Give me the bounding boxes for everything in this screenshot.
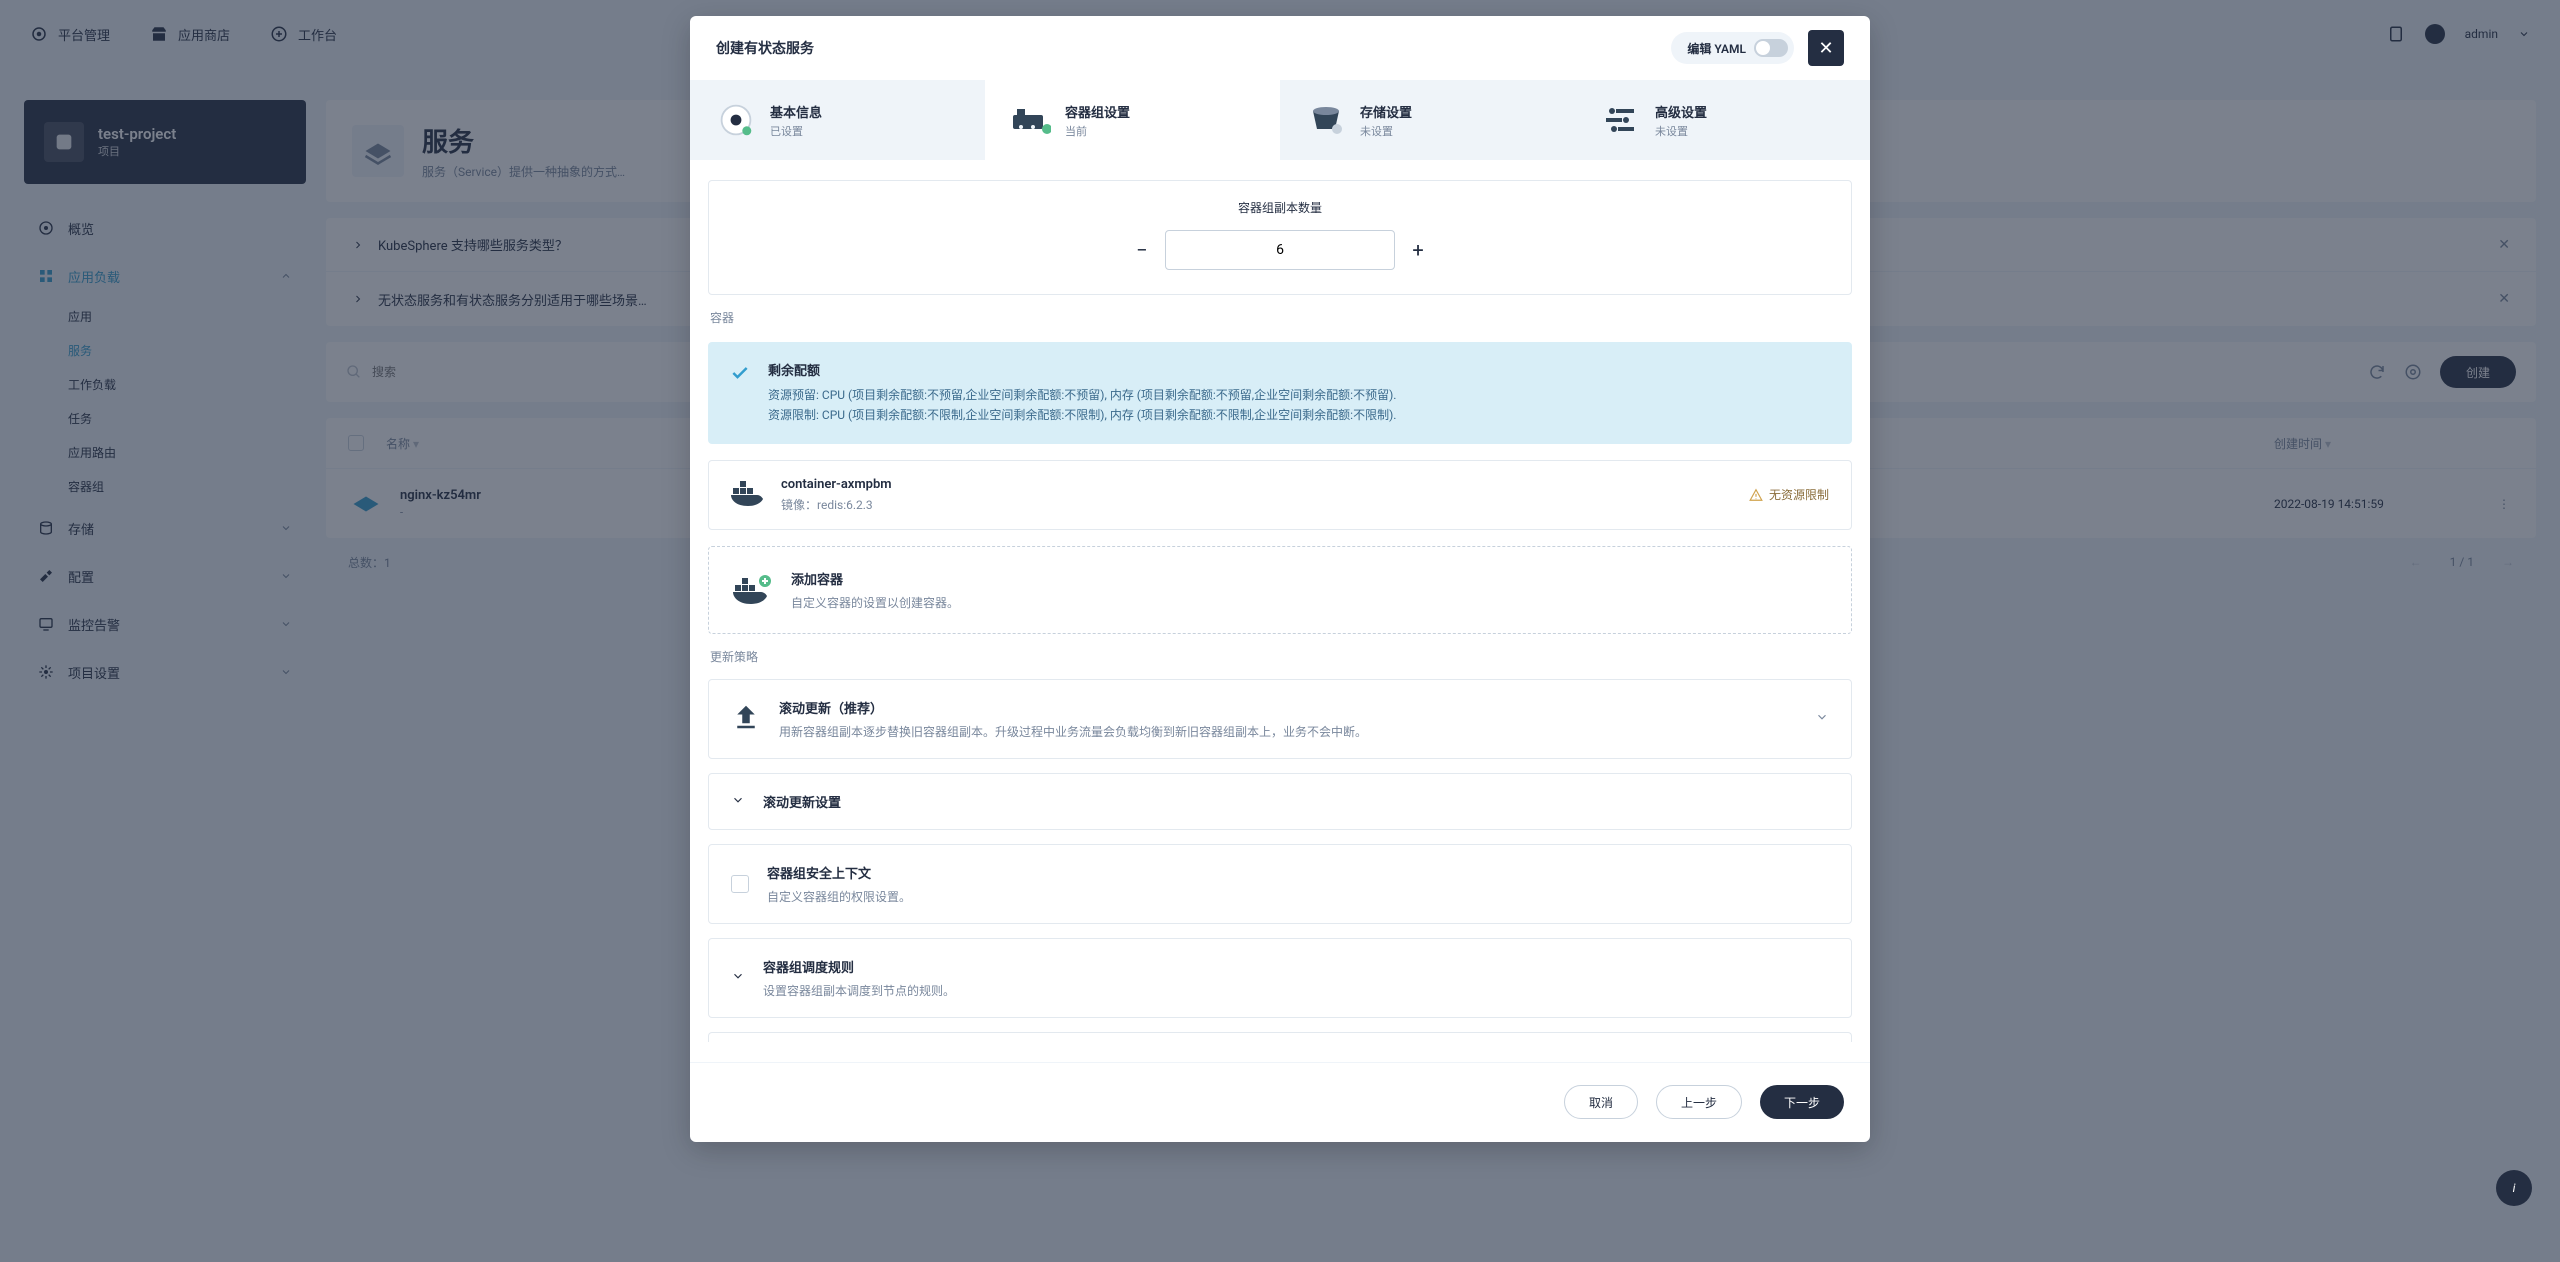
quota-line2: 资源限制: CPU (项目剩余配额:不限制,企业空间剩余配额:不限制), 内存 … (768, 405, 1396, 425)
next-section-placeholder (708, 1032, 1852, 1042)
warning-icon (1749, 488, 1763, 502)
replica-box: 容器组副本数量 − + (708, 180, 1852, 295)
step-storage[interactable]: 存储设置 未设置 (1280, 80, 1575, 160)
quota-line1: 资源预留: CPU (项目剩余配额:不预留,企业空间剩余配额:不预留), 内存 … (768, 385, 1396, 405)
modal-footer: 取消 上一步 下一步 (690, 1062, 1870, 1142)
section-containers: 容器 (710, 309, 1852, 326)
rolling-update-settings[interactable]: 滚动更新设置 (708, 773, 1852, 830)
replica-title: 容器组副本数量 (709, 199, 1851, 216)
chevron-down-icon (731, 793, 745, 810)
security-title: 容器组安全上下文 (767, 863, 1829, 882)
rolling-settings-label: 滚动更新设置 (763, 792, 841, 811)
pod-scheduling-rules[interactable]: 容器组调度规则 设置容器组副本调度到节点的规则。 (708, 938, 1852, 1018)
replica-minus-button[interactable]: − (1119, 230, 1165, 270)
security-desc: 自定义容器组的权限设置。 (767, 888, 1829, 905)
step-basic-status: 已设置 (770, 123, 822, 139)
replica-input[interactable] (1165, 230, 1395, 270)
scheduling-title: 容器组调度规则 (763, 957, 1829, 976)
help-fab[interactable]: i (2496, 1170, 2532, 1206)
chevron-down-icon (731, 969, 745, 986)
switch-icon (1754, 39, 1788, 57)
step-advanced-title: 高级设置 (1655, 102, 1707, 121)
no-resource-limit-warning: 无资源限制 (1749, 486, 1829, 503)
pod-security-context[interactable]: 容器组安全上下文 自定义容器组的权限设置。 (708, 844, 1852, 924)
step-storage-icon (1306, 100, 1346, 140)
rolling-desc: 用新容器组副本逐步替换旧容器组副本。升级过程中业务流量会负载均衡到新旧容器组副本… (779, 723, 1797, 740)
step-basic-icon (716, 100, 756, 140)
step-basic-title: 基本信息 (770, 102, 822, 121)
create-statefulservice-modal: 创建有状态服务 编辑 YAML ✕ 基本信息 已设置 容器组设置 当前 (690, 16, 1870, 1142)
section-update-strategy: 更新策略 (710, 648, 1852, 665)
add-container-desc: 自定义容器的设置以创建容器。 (791, 594, 959, 611)
prev-button[interactable]: 上一步 (1656, 1085, 1742, 1119)
next-button[interactable]: 下一步 (1760, 1085, 1844, 1119)
rolling-title: 滚动更新（推荐） (779, 698, 1797, 717)
step-advanced-status: 未设置 (1655, 123, 1707, 139)
container-item[interactable]: container-axmpbm 镜像：redis:6.2.3 无资源限制 (708, 460, 1852, 530)
upload-icon (731, 702, 761, 735)
add-container-button[interactable]: 添加容器 自定义容器的设置以创建容器。 (708, 546, 1852, 634)
modal-close-button[interactable]: ✕ (1808, 30, 1844, 66)
step-advanced[interactable]: 高级设置 未设置 (1575, 80, 1870, 160)
wizard-steps: 基本信息 已设置 容器组设置 当前 存储设置 未设置 (690, 80, 1870, 160)
add-container-title: 添加容器 (791, 569, 959, 588)
docker-add-icon (731, 569, 773, 611)
check-icon (730, 363, 750, 426)
modal-title: 创建有状态服务 (716, 38, 814, 58)
cancel-button[interactable]: 取消 (1564, 1085, 1638, 1119)
container-name: container-axmpbm (781, 477, 892, 492)
quota-info: 剩余配额 资源预留: CPU (项目剩余配额:不预留,企业空间剩余配额:不预留)… (708, 342, 1852, 444)
rolling-update-card[interactable]: 滚动更新（推荐） 用新容器组副本逐步替换旧容器组副本。升级过程中业务流量会负载均… (708, 679, 1852, 759)
replica-plus-button[interactable]: + (1395, 230, 1441, 270)
step-pod-title: 容器组设置 (1065, 102, 1130, 121)
edit-yaml-toggle[interactable]: 编辑 YAML (1671, 32, 1794, 64)
step-advanced-icon (1601, 100, 1641, 140)
step-pod-icon (1011, 100, 1051, 140)
scheduling-desc: 设置容器组副本调度到节点的规则。 (763, 982, 1829, 999)
security-context-checkbox[interactable] (731, 875, 749, 893)
chevron-down-icon (1815, 710, 1829, 727)
warning-label: 无资源限制 (1769, 486, 1829, 503)
step-storage-title: 存储设置 (1360, 102, 1412, 121)
step-pod-status: 当前 (1065, 123, 1130, 139)
container-image: 镜像：redis:6.2.3 (781, 496, 892, 513)
step-basic[interactable]: 基本信息 已设置 (690, 80, 985, 160)
edit-yaml-label: 编辑 YAML (1687, 40, 1746, 57)
docker-icon (731, 478, 765, 512)
step-storage-status: 未设置 (1360, 123, 1412, 139)
quota-title: 剩余配额 (768, 360, 1396, 379)
step-pod[interactable]: 容器组设置 当前 (985, 80, 1280, 160)
